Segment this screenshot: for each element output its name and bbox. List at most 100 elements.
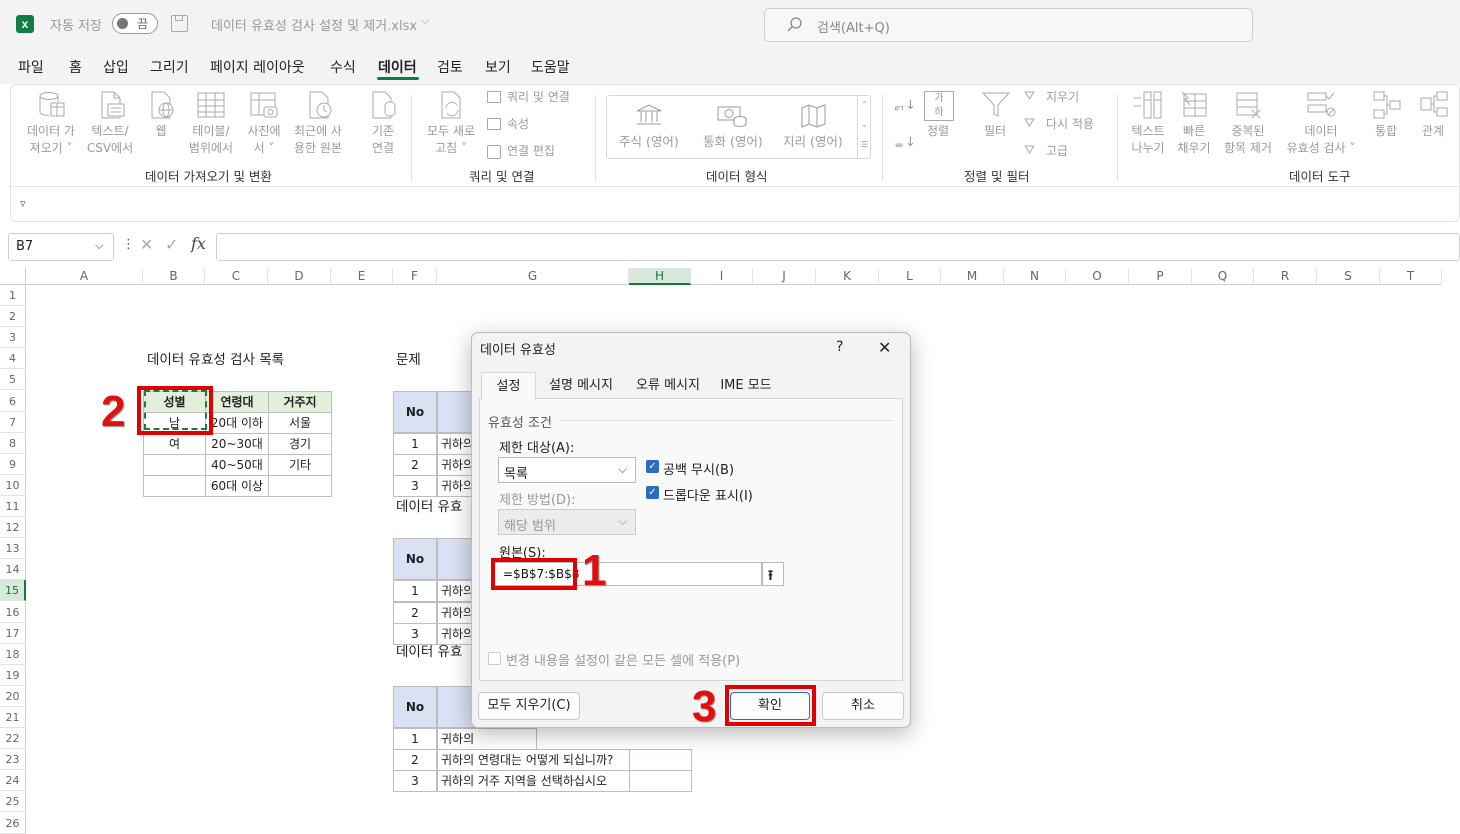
name-box[interactable]: B7 ⌵ xyxy=(8,233,114,261)
flash-fill-button[interactable]: 빠른 채우기 xyxy=(1172,123,1216,157)
row-header[interactable]: 8 xyxy=(0,432,26,454)
more-icon[interactable]: ⋮ xyxy=(122,237,135,252)
recent-sources-button[interactable]: 최근에 사 용한 원본 xyxy=(287,123,349,157)
clear-button[interactable]: 지우기 xyxy=(1046,89,1079,106)
geography-type[interactable]: 지리 (영어) xyxy=(783,133,843,150)
column-header[interactable]: C xyxy=(205,268,268,285)
row-header[interactable]: 9 xyxy=(0,453,26,475)
row-header[interactable]: 10 xyxy=(0,474,26,496)
data-types-gallery[interactable]: 주식 (영어) 통화 (영어) 지리 (영어) xyxy=(606,95,871,159)
column-header[interactable]: G xyxy=(437,268,629,285)
reapply-button[interactable]: 다시 적용 xyxy=(1046,116,1094,133)
dropdown-label[interactable]: 드롭다운 표시(I) xyxy=(663,485,753,504)
row-header[interactable]: 4 xyxy=(0,348,26,370)
row-header[interactable]: 25 xyxy=(0,791,26,813)
tab-data[interactable]: 데이터 xyxy=(378,57,417,77)
column-header[interactable]: D xyxy=(268,268,331,285)
get-data-button[interactable]: 데이터 가 져오기 ˅ xyxy=(18,123,84,157)
edit-links-button[interactable]: 연결 편집 xyxy=(507,143,555,160)
dropdown-checkbox[interactable]: ✓ xyxy=(646,486,659,499)
database-icon[interactable] xyxy=(36,90,66,120)
data-validation-icon[interactable] xyxy=(1306,90,1336,120)
autosave-toggle[interactable]: 끔 xyxy=(112,13,158,34)
relationships-icon[interactable] xyxy=(1419,90,1449,120)
quick-access-chevron-icon[interactable]: ▿ xyxy=(20,197,26,210)
tab-insert[interactable]: 삽입 xyxy=(103,57,129,77)
tab-ime-mode[interactable]: IME 모드 xyxy=(711,372,781,399)
column-header[interactable]: M xyxy=(941,268,1004,285)
filter-button[interactable]: 필터 xyxy=(984,123,1006,140)
existing-connections-button[interactable]: 기존 연결 xyxy=(364,123,402,157)
cancel-icon[interactable]: ✕ xyxy=(140,235,153,254)
consolidate-button[interactable]: 통합 xyxy=(1375,123,1397,140)
tab-help[interactable]: 도움말 xyxy=(531,57,570,77)
row-header[interactable]: 17 xyxy=(0,622,26,644)
allow-select[interactable]: 목록 ⌵ xyxy=(498,457,636,483)
from-table-button[interactable]: 테이블/범위에서 xyxy=(183,123,239,157)
column-header[interactable]: F xyxy=(393,268,437,285)
picture-icon[interactable] xyxy=(249,90,279,120)
stocks-type[interactable]: 주식 (영어) xyxy=(619,133,679,150)
text-csv-button[interactable]: 텍스트/CSV에서 xyxy=(80,123,140,157)
column-header[interactable]: S xyxy=(1317,268,1380,285)
filter-icon[interactable] xyxy=(981,90,1011,120)
column-header[interactable]: O xyxy=(1066,268,1129,285)
enter-icon[interactable]: ✓ xyxy=(165,235,178,254)
apply-all-checkbox[interactable] xyxy=(488,652,501,665)
column-header[interactable]: J xyxy=(753,268,816,285)
row-header[interactable]: 11 xyxy=(0,496,26,517)
row-header[interactable]: 7 xyxy=(0,411,26,433)
refresh-icon[interactable] xyxy=(436,90,466,120)
tab-review[interactable]: 검토 xyxy=(437,57,463,77)
tab-file[interactable]: 파일 xyxy=(18,57,44,77)
row-header[interactable]: 24 xyxy=(0,770,26,792)
row-header[interactable]: 14 xyxy=(0,559,26,581)
column-header[interactable]: R xyxy=(1254,268,1317,285)
help-button[interactable]: ? xyxy=(836,339,843,355)
insert-function-icon[interactable]: fx xyxy=(191,234,206,253)
tab-settings[interactable]: 설정 xyxy=(481,372,536,400)
queries-icon[interactable] xyxy=(487,91,501,103)
column-header[interactable]: L xyxy=(879,268,941,285)
row-header[interactable]: 12 xyxy=(0,517,26,539)
file-name[interactable]: 데이터 유효성 검사 설정 및 제거.xlsx xyxy=(211,15,417,34)
remove-duplicates-button[interactable]: 중복된 항목 제거 xyxy=(1218,123,1278,157)
row-header[interactable]: 19 xyxy=(0,664,26,686)
column-header[interactable]: A xyxy=(26,268,143,285)
row-header[interactable]: 13 xyxy=(0,538,26,560)
save-icon[interactable] xyxy=(171,15,188,32)
text-to-columns-button[interactable]: 텍스트 나누기 xyxy=(1126,123,1170,157)
consolidate-icon[interactable] xyxy=(1372,90,1402,120)
row-header[interactable]: 18 xyxy=(0,643,26,665)
advanced-button[interactable]: 고급 xyxy=(1046,143,1068,160)
column-header[interactable]: Q xyxy=(1192,268,1254,285)
chevron-down-icon[interactable]: ⌵ xyxy=(95,239,103,253)
close-icon[interactable]: ✕ xyxy=(878,338,891,357)
sort-za-icon[interactable]: ᇂ↓ xyxy=(893,131,916,150)
column-header[interactable]: H xyxy=(629,268,691,285)
text-to-columns-icon[interactable] xyxy=(1132,90,1162,120)
row-header[interactable]: 1 xyxy=(0,285,26,306)
gallery-scroll[interactable]: ⌃ ⌄ ☰ xyxy=(857,95,871,159)
clear-all-button[interactable]: 모두 지우기(C) xyxy=(478,692,580,720)
edit-links-icon[interactable] xyxy=(487,145,501,159)
row-header[interactable]: 26 xyxy=(0,812,26,834)
row-header[interactable]: 23 xyxy=(0,749,26,771)
column-header[interactable]: K xyxy=(816,268,879,285)
existing-connections-icon[interactable] xyxy=(369,90,399,120)
column-header[interactable]: T xyxy=(1380,268,1442,285)
tab-page-layout[interactable]: 페이지 레이아웃 xyxy=(210,57,305,77)
chevron-down-icon[interactable]: ⌵ xyxy=(421,14,429,28)
cancel-button[interactable]: 취소 xyxy=(822,692,904,720)
remove-duplicates-icon[interactable] xyxy=(1234,90,1264,120)
row-header[interactable]: 16 xyxy=(0,601,26,623)
ignore-blank-label[interactable]: 공백 무시(B) xyxy=(663,459,734,478)
row-header[interactable]: 22 xyxy=(0,728,26,750)
flash-fill-icon[interactable] xyxy=(1178,90,1208,120)
formula-input[interactable] xyxy=(216,233,1460,261)
web-icon[interactable] xyxy=(146,90,176,120)
text-file-icon[interactable] xyxy=(96,90,126,120)
sort-button[interactable]: 정렬 xyxy=(927,123,949,140)
currency-type[interactable]: 통화 (영어) xyxy=(703,133,763,150)
relationships-button[interactable]: 관계 xyxy=(1422,123,1444,140)
